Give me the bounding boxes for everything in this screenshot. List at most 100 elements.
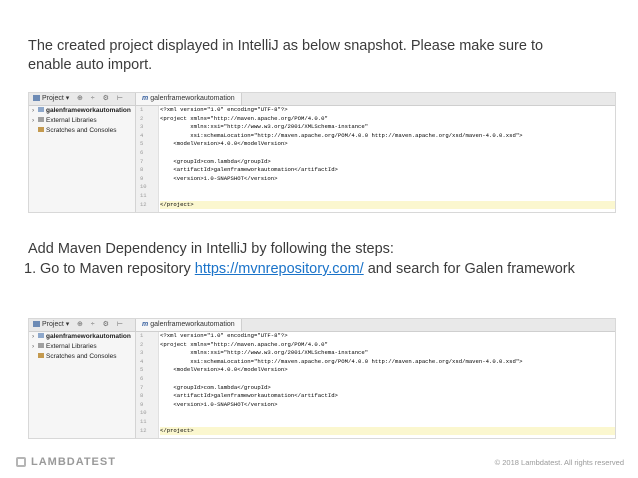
editor-tab: m galenframeworkautomation <box>135 93 242 105</box>
line-number: 1 <box>140 332 144 339</box>
step-1: 1. Go to Maven repository https://mvnrep… <box>24 260 600 279</box>
line-number: 9 <box>140 174 144 182</box>
line-number: 11 <box>140 191 147 199</box>
line-number: 2 <box>140 340 144 348</box>
tree-node: › galenframeworkautomation <box>29 332 135 342</box>
line-number: 3 <box>140 349 144 357</box>
line-number: 12 <box>140 426 147 434</box>
tree-node: › External Libraries <box>29 342 135 352</box>
line-number: 9 <box>140 400 144 408</box>
line-number: 2 <box>140 114 144 122</box>
intro-paragraph: The created project displayed in Intelli… <box>28 38 544 73</box>
code-line: xmlns:xsi="http://www.w3.org/2001/XMLSch… <box>160 123 369 131</box>
tree-node-label: Scratches and Consoles <box>46 353 117 360</box>
lambdatest-logo: LAMBDATEST <box>16 456 116 468</box>
code-line: <artifactId>galenframeworkautomation</ar… <box>160 166 338 174</box>
maven-repository-link[interactable]: https://mvnrepository.com/ <box>195 261 364 277</box>
tree-node-label: External Libraries <box>46 117 97 124</box>
library-icon <box>38 343 44 348</box>
maven-icon: m <box>142 321 149 328</box>
line-number: 10 <box>140 183 147 191</box>
project-tree: › galenframeworkautomation › External Libr… <box>29 332 136 438</box>
tree-node: › galenframeworkautomation <box>29 106 135 116</box>
tree-node: Scratches and Consoles <box>29 352 135 362</box>
code-line: <artifactId>galenframeworkautomation</ar… <box>160 392 338 400</box>
code-line: xmlns:xsi="http://www.w3.org/2001/XMLSch… <box>160 349 369 357</box>
project-icon <box>33 95 40 101</box>
steps-heading: Add Maven Dependency in IntelliJ by foll… <box>28 241 394 257</box>
step-text-before: Go to Maven repository <box>40 261 195 277</box>
code-line: <project xmlns="http://maven.apache.org/… <box>160 340 328 348</box>
code-line: <version>1.0-SNAPSHOT</version> <box>160 174 278 182</box>
line-number: 8 <box>140 166 144 174</box>
intellij-screenshot-2: Project ▾ ⊕ ÷ ⚙ ⊢ m galenframeworkautomat… <box>28 318 616 439</box>
code-line: </project> <box>160 200 615 210</box>
code-line: <groupId>com.lambda</groupId> <box>160 157 271 165</box>
line-number: 11 <box>140 417 147 425</box>
copyright-notice: © 2018 Lambdatest. All rights reserved <box>494 458 624 467</box>
code-line: <modelVersion>4.0.0</modelVersion> <box>160 366 288 374</box>
project-dropdown: Project ▾ <box>33 320 69 328</box>
tree-node-label: galenframeworkautomation <box>46 107 131 114</box>
line-number: 1 <box>140 106 144 113</box>
editor-tab: m galenframeworkautomation <box>135 319 242 331</box>
library-icon <box>38 117 44 122</box>
line-gutter: 1 2 3 4 5 6 7 8 9 10 11 12 <box>136 106 159 212</box>
tree-node-label: Scratches and Consoles <box>46 127 117 134</box>
code-line: <version>1.0-SNAPSHOT</version> <box>160 400 278 408</box>
toolbar-icons: ⊕ ÷ ⚙ ⊢ <box>77 321 126 328</box>
ide-toolbar: Project ▾ ⊕ ÷ ⚙ ⊢ m galenframeworkautomat… <box>29 93 615 106</box>
tree-node-label: galenframeworkautomation <box>46 333 131 340</box>
code-line: <project xmlns="http://maven.apache.org/… <box>160 114 328 122</box>
code-line: <?xml version="1.0" encoding="UTF-8"?> <box>160 332 288 339</box>
editor-tab-label: galenframeworkautomation <box>150 95 235 102</box>
project-tree: › galenframeworkautomation › External Libr… <box>29 106 136 212</box>
editor-tab-label: galenframeworkautomation <box>150 321 235 328</box>
project-dropdown: Project ▾ <box>33 94 69 102</box>
toolbar-icons: ⊕ ÷ ⚙ ⊢ <box>77 95 126 102</box>
line-gutter: 1 2 3 4 5 6 7 8 9 10 11 12 <box>136 332 159 438</box>
line-number: 7 <box>140 383 144 391</box>
lambdatest-logo-icon <box>16 457 26 467</box>
code-line: <groupId>com.lambda</groupId> <box>160 383 271 391</box>
line-number: 5 <box>140 366 144 374</box>
code-line: <modelVersion>4.0.0</modelVersion> <box>160 140 288 148</box>
code-editor: <?xml version="1.0" encoding="UTF-8"?> <… <box>160 332 615 438</box>
brand-name: LAMBDATEST <box>31 456 116 468</box>
line-number: 3 <box>140 123 144 131</box>
tree-node: Scratches and Consoles <box>29 126 135 136</box>
line-number: 5 <box>140 140 144 148</box>
step-text-after: and search for Galen framework <box>363 261 575 277</box>
folder-icon <box>38 333 44 338</box>
line-number: 8 <box>140 392 144 400</box>
scratches-icon <box>38 353 44 358</box>
line-number: 4 <box>140 131 144 139</box>
line-number: 6 <box>140 148 144 156</box>
line-number: 4 <box>140 357 144 365</box>
tree-node: › External Libraries <box>29 116 135 126</box>
project-icon <box>33 321 40 327</box>
code-line: xsi:schemaLocation="http://maven.apache.… <box>160 131 523 139</box>
folder-icon <box>38 107 44 112</box>
code-line: </project> <box>160 426 615 436</box>
project-label: Project <box>42 321 64 328</box>
line-number: 12 <box>140 200 147 208</box>
code-editor: <?xml version="1.0" encoding="UTF-8"?> <… <box>160 106 615 212</box>
maven-icon: m <box>142 95 149 102</box>
ide-toolbar: Project ▾ ⊕ ÷ ⚙ ⊢ m galenframeworkautomat… <box>29 319 615 332</box>
scratches-icon <box>38 127 44 132</box>
line-number: 7 <box>140 157 144 165</box>
line-number: 10 <box>140 409 147 417</box>
tree-node-label: External Libraries <box>46 343 97 350</box>
step-number: 1. <box>24 261 37 277</box>
intellij-screenshot-1: Project ▾ ⊕ ÷ ⚙ ⊢ m galenframeworkautomat… <box>28 92 616 213</box>
code-line: xsi:schemaLocation="http://maven.apache.… <box>160 357 523 365</box>
project-label: Project <box>42 95 64 102</box>
code-line: <?xml version="1.0" encoding="UTF-8"?> <box>160 106 288 113</box>
